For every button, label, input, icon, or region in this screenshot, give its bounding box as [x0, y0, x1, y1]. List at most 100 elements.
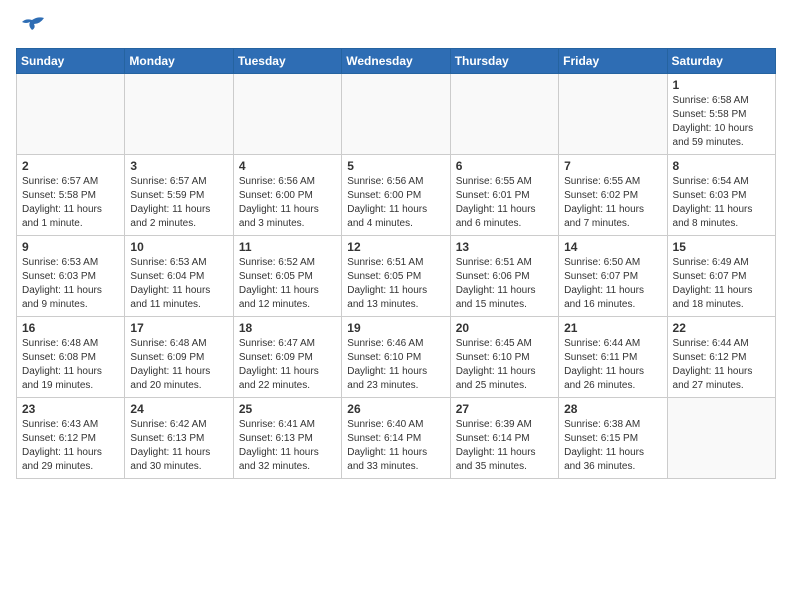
calendar-table: SundayMondayTuesdayWednesdayThursdayFrid… [16, 48, 776, 479]
day-number: 12 [347, 240, 444, 254]
page-header [16, 16, 776, 40]
calendar-cell: 26 Sunrise: 6:40 AM Sunset: 6:14 PM Dayli… [342, 398, 450, 479]
calendar-cell: 20 Sunrise: 6:45 AM Sunset: 6:10 PM Dayli… [450, 317, 558, 398]
calendar-cell [342, 74, 450, 155]
day-number: 6 [456, 159, 553, 173]
day-info: Sunrise: 6:51 AM Sunset: 6:06 PM Dayligh… [456, 256, 553, 312]
calendar-cell [559, 74, 667, 155]
day-number: 20 [456, 321, 553, 335]
day-info: Sunrise: 6:44 AM Sunset: 6:11 PM Dayligh… [564, 337, 661, 393]
calendar-cell: 15 Sunrise: 6:49 AM Sunset: 6:07 PM Dayli… [667, 236, 775, 317]
day-number: 8 [673, 159, 770, 173]
calendar-cell: 22 Sunrise: 6:44 AM Sunset: 6:12 PM Dayli… [667, 317, 775, 398]
calendar-week-1: 1 Sunrise: 6:58 AM Sunset: 5:58 PM Daylig… [17, 74, 776, 155]
calendar-cell: 18 Sunrise: 6:47 AM Sunset: 6:09 PM Dayli… [233, 317, 341, 398]
day-number: 24 [130, 402, 227, 416]
calendar-cell: 21 Sunrise: 6:44 AM Sunset: 6:11 PM Dayli… [559, 317, 667, 398]
day-number: 13 [456, 240, 553, 254]
calendar-cell: 25Sunrise: 6:41 AM Sunset: 6:13 PM Dayli… [233, 398, 341, 479]
calendar-cell: 16 Sunrise: 6:48 AM Sunset: 6:08 PM Dayli… [17, 317, 125, 398]
day-number: 1 [673, 78, 770, 92]
day-info: Sunrise: 6:56 AM Sunset: 6:00 PM Dayligh… [239, 175, 336, 231]
day-number: 23 [22, 402, 119, 416]
day-info: Sunrise: 6:38 AM Sunset: 6:15 PM Dayligh… [564, 418, 661, 474]
day-number: 9 [22, 240, 119, 254]
day-info: Sunrise: 6:48 AM Sunset: 6:08 PM Dayligh… [22, 337, 119, 393]
day-info: Sunrise: 6:48 AM Sunset: 6:09 PM Dayligh… [130, 337, 227, 393]
calendar-cell: 11 Sunrise: 6:52 AM Sunset: 6:05 PM Dayli… [233, 236, 341, 317]
calendar-cell: 1 Sunrise: 6:58 AM Sunset: 5:58 PM Daylig… [667, 74, 775, 155]
calendar-cell: 7 Sunrise: 6:55 AM Sunset: 6:02 PM Daylig… [559, 155, 667, 236]
day-info: Sunrise: 6:51 AM Sunset: 6:05 PM Dayligh… [347, 256, 444, 312]
day-number: 16 [22, 321, 119, 335]
day-info: Sunrise: 6:57 AM Sunset: 5:59 PM Dayligh… [130, 175, 227, 231]
day-info: Sunrise: 6:55 AM Sunset: 6:01 PM Dayligh… [456, 175, 553, 231]
calendar-cell: 9 Sunrise: 6:53 AM Sunset: 6:03 PM Daylig… [17, 236, 125, 317]
day-number: 28 [564, 402, 661, 416]
calendar-cell [233, 74, 341, 155]
weekday-header-tuesday: Tuesday [233, 49, 341, 74]
weekday-header-monday: Monday [125, 49, 233, 74]
calendar-cell: 24 Sunrise: 6:42 AM Sunset: 6:13 PM Dayli… [125, 398, 233, 479]
day-number: 7 [564, 159, 661, 173]
day-number: 11 [239, 240, 336, 254]
calendar-week-4: 16 Sunrise: 6:48 AM Sunset: 6:08 PM Dayli… [17, 317, 776, 398]
day-info: Sunrise: 6:44 AM Sunset: 6:12 PM Dayligh… [673, 337, 770, 393]
day-number: 4 [239, 159, 336, 173]
day-info: Sunrise: 6:53 AM Sunset: 6:03 PM Dayligh… [22, 256, 119, 312]
day-info: Sunrise: 6:47 AM Sunset: 6:09 PM Dayligh… [239, 337, 336, 393]
day-number: 14 [564, 240, 661, 254]
calendar-cell: 28 Sunrise: 6:38 AM Sunset: 6:15 PM Dayli… [559, 398, 667, 479]
calendar-cell: 27Sunrise: 6:39 AM Sunset: 6:14 PM Dayli… [450, 398, 558, 479]
day-info: Sunrise: 6:41 AM Sunset: 6:13 PM Dayligh… [239, 418, 336, 474]
day-number: 22 [673, 321, 770, 335]
weekday-header-saturday: Saturday [667, 49, 775, 74]
calendar-cell: 12 Sunrise: 6:51 AM Sunset: 6:05 PM Dayli… [342, 236, 450, 317]
day-number: 15 [673, 240, 770, 254]
bird-icon [18, 16, 46, 40]
calendar-cell: 23 Sunrise: 6:43 AM Sunset: 6:12 PM Dayli… [17, 398, 125, 479]
calendar-week-3: 9 Sunrise: 6:53 AM Sunset: 6:03 PM Daylig… [17, 236, 776, 317]
weekday-header-thursday: Thursday [450, 49, 558, 74]
calendar-cell: 14Sunrise: 6:50 AM Sunset: 6:07 PM Dayli… [559, 236, 667, 317]
day-info: Sunrise: 6:43 AM Sunset: 6:12 PM Dayligh… [22, 418, 119, 474]
day-info: Sunrise: 6:42 AM Sunset: 6:13 PM Dayligh… [130, 418, 227, 474]
day-number: 5 [347, 159, 444, 173]
day-number: 21 [564, 321, 661, 335]
calendar-cell: 3 Sunrise: 6:57 AM Sunset: 5:59 PM Daylig… [125, 155, 233, 236]
calendar-cell [450, 74, 558, 155]
day-info: Sunrise: 6:49 AM Sunset: 6:07 PM Dayligh… [673, 256, 770, 312]
calendar-cell: 10 Sunrise: 6:53 AM Sunset: 6:04 PM Dayli… [125, 236, 233, 317]
day-info: Sunrise: 6:54 AM Sunset: 6:03 PM Dayligh… [673, 175, 770, 231]
calendar-cell [125, 74, 233, 155]
day-info: Sunrise: 6:45 AM Sunset: 6:10 PM Dayligh… [456, 337, 553, 393]
calendar-cell: 4 Sunrise: 6:56 AM Sunset: 6:00 PM Daylig… [233, 155, 341, 236]
day-info: Sunrise: 6:40 AM Sunset: 6:14 PM Dayligh… [347, 418, 444, 474]
day-info: Sunrise: 6:56 AM Sunset: 6:00 PM Dayligh… [347, 175, 444, 231]
calendar-cell [667, 398, 775, 479]
day-info: Sunrise: 6:58 AM Sunset: 5:58 PM Dayligh… [673, 94, 770, 150]
day-info: Sunrise: 6:52 AM Sunset: 6:05 PM Dayligh… [239, 256, 336, 312]
calendar-cell: 6 Sunrise: 6:55 AM Sunset: 6:01 PM Daylig… [450, 155, 558, 236]
calendar-cell: 19 Sunrise: 6:46 AM Sunset: 6:10 PM Dayli… [342, 317, 450, 398]
day-number: 18 [239, 321, 336, 335]
calendar-cell [17, 74, 125, 155]
day-number: 26 [347, 402, 444, 416]
day-info: Sunrise: 6:55 AM Sunset: 6:02 PM Dayligh… [564, 175, 661, 231]
calendar-week-5: 23 Sunrise: 6:43 AM Sunset: 6:12 PM Dayli… [17, 398, 776, 479]
weekday-header-row: SundayMondayTuesdayWednesdayThursdayFrid… [17, 49, 776, 74]
calendar-cell: 2Sunrise: 6:57 AM Sunset: 5:58 PM Daylig… [17, 155, 125, 236]
calendar-cell: 17Sunrise: 6:48 AM Sunset: 6:09 PM Dayli… [125, 317, 233, 398]
day-info: Sunrise: 6:39 AM Sunset: 6:14 PM Dayligh… [456, 418, 553, 474]
day-number: 3 [130, 159, 227, 173]
day-info: Sunrise: 6:57 AM Sunset: 5:58 PM Dayligh… [22, 175, 119, 231]
day-number: 19 [347, 321, 444, 335]
weekday-header-friday: Friday [559, 49, 667, 74]
day-info: Sunrise: 6:53 AM Sunset: 6:04 PM Dayligh… [130, 256, 227, 312]
calendar-week-2: 2Sunrise: 6:57 AM Sunset: 5:58 PM Daylig… [17, 155, 776, 236]
logo [16, 16, 46, 40]
day-info: Sunrise: 6:46 AM Sunset: 6:10 PM Dayligh… [347, 337, 444, 393]
calendar-cell: 13 Sunrise: 6:51 AM Sunset: 6:06 PM Dayli… [450, 236, 558, 317]
calendar-cell: 8 Sunrise: 6:54 AM Sunset: 6:03 PM Daylig… [667, 155, 775, 236]
day-number: 10 [130, 240, 227, 254]
